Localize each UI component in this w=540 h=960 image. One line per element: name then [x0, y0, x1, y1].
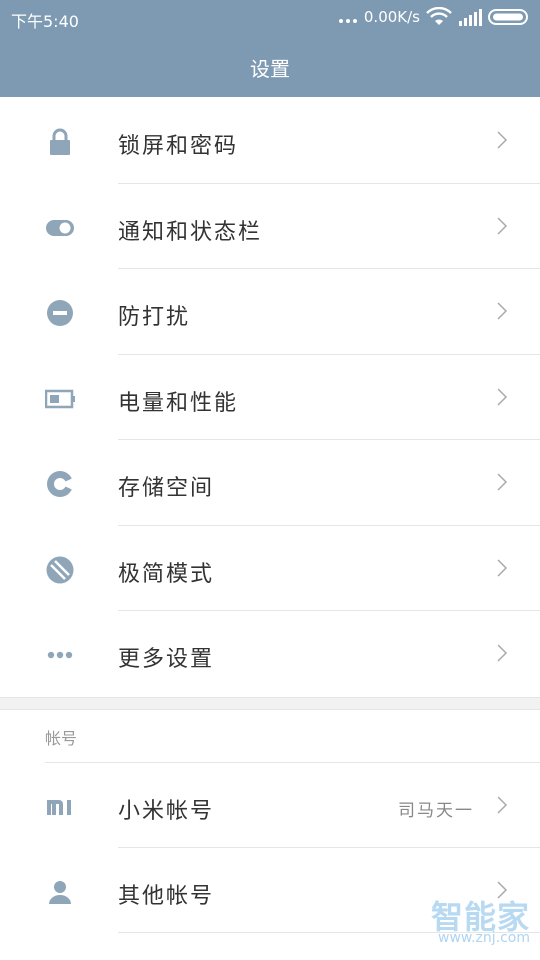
more-dots-icon	[338, 19, 357, 23]
chevron-right-icon	[497, 558, 508, 577]
settings-item-label: 其他帐号	[118, 884, 215, 909]
top-bar: 下午5:40 0.00K/s 设置	[0, 0, 540, 97]
settings-item-label: 更多设置	[118, 647, 215, 672]
settings-item-label: 小米帐号	[118, 799, 215, 824]
chevron-right-icon	[497, 796, 508, 814]
settings-item-lock-screen[interactable]: 锁屏和密码	[0, 98, 540, 184]
battery-icon	[45, 389, 75, 408]
network-speed: 0.00K/s	[363, 8, 420, 26]
chevron-right-icon	[497, 473, 508, 491]
toggle-icon	[46, 219, 74, 236]
storage-pie-icon	[47, 471, 73, 497]
more-dots-icon	[47, 651, 73, 659]
status-right-group: 0.00K/s	[338, 7, 530, 27]
wifi-icon	[426, 7, 452, 25]
chevron-right-icon	[497, 387, 508, 406]
watermark: 智能家 www.znj.com	[430, 892, 530, 950]
settings-item-label: 存储空间	[118, 476, 215, 501]
chevron-right-icon	[497, 216, 508, 235]
battery-status-icon	[488, 9, 528, 25]
settings-item-mi-account[interactable]: 小米帐号 司马天一	[0, 763, 540, 848]
section-gap	[0, 697, 540, 710]
lite-mode-icon	[46, 556, 74, 583]
settings-item-label: 锁屏和密码	[118, 134, 239, 159]
settings-item-label: 极简模式	[118, 561, 215, 587]
settings-item-storage[interactable]: 存储空间	[0, 440, 540, 526]
chevron-right-icon	[497, 644, 508, 662]
settings-list: 锁屏和密码 通知和状态栏 防打扰 电量和性能 存储空间 极简模式 更多设置	[0, 98, 540, 697]
do-not-disturb-icon	[47, 300, 73, 326]
settings-item-battery-performance[interactable]: 电量和性能	[0, 355, 540, 440]
status-bar: 下午5:40 0.00K/s	[0, 0, 540, 36]
mi-logo-icon	[47, 800, 71, 815]
account-name-value: 司马天一	[398, 801, 474, 821]
signal-icon	[459, 9, 482, 26]
status-time: 下午5:40	[11, 12, 79, 31]
section-header-accounts: 帐号	[45, 729, 78, 748]
person-icon	[49, 881, 71, 904]
settings-item-more-settings[interactable]: 更多设置	[0, 611, 540, 697]
lock-icon	[50, 128, 70, 155]
watermark-url: www.znj.com	[438, 930, 530, 946]
settings-item-label: 电量和性能	[118, 390, 239, 416]
settings-item-label: 通知和状态栏	[118, 219, 263, 245]
chevron-right-icon	[497, 131, 508, 149]
chevron-right-icon	[497, 302, 508, 320]
page-title: 设置	[250, 57, 290, 81]
settings-item-do-not-disturb[interactable]: 防打扰	[0, 269, 540, 355]
settings-item-label: 防打扰	[118, 305, 191, 330]
settings-item-notifications[interactable]: 通知和状态栏	[0, 184, 540, 269]
settings-item-lite-mode[interactable]: 极简模式	[0, 526, 540, 611]
